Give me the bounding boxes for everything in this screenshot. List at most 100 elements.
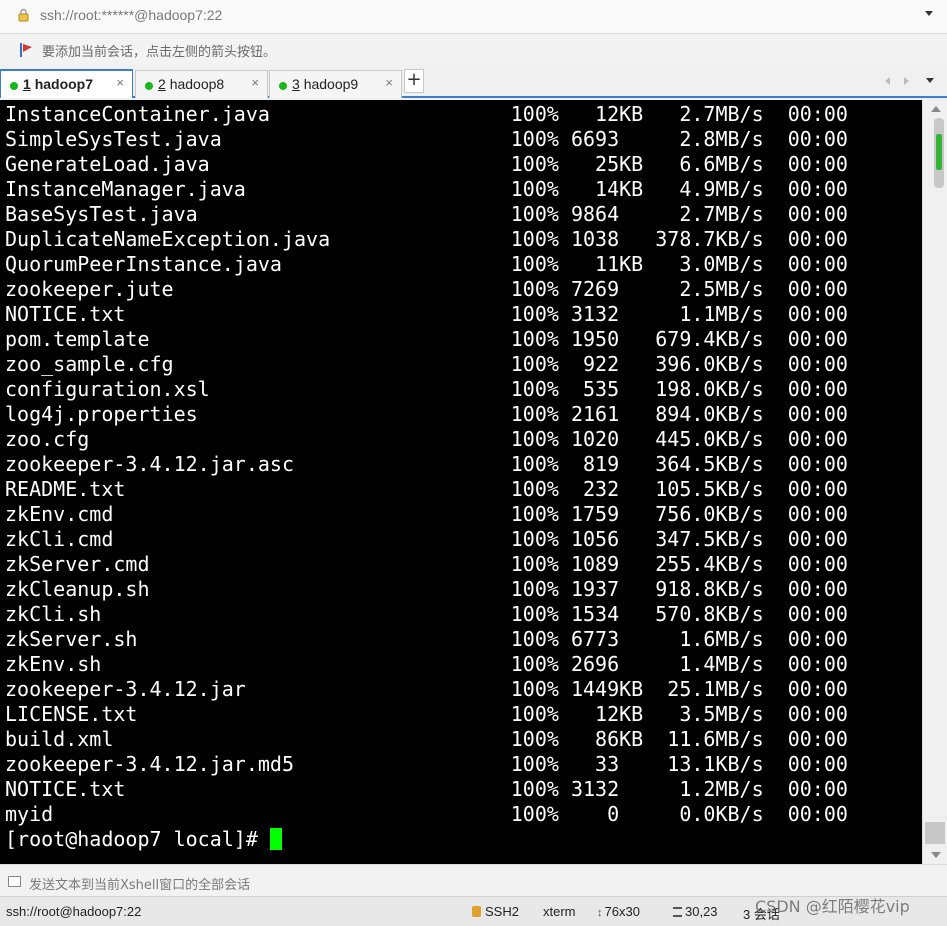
terminal-line: NOTICE.txt 100% 3132 1.1MB/s 00:00 <box>5 302 848 327</box>
transfer-speed: 198.0KB/s <box>655 377 764 401</box>
shell-prompt: [root@hadoop7 local]# <box>5 827 270 851</box>
scroll-down-icon[interactable] <box>931 852 941 858</box>
bookmark-arrow-icon[interactable] <box>18 42 34 58</box>
tab-close-icon[interactable]: × <box>116 75 124 90</box>
column-gap <box>282 252 511 276</box>
tab-scroll-left-icon[interactable] <box>885 77 890 85</box>
column-gap <box>559 452 571 476</box>
transfer-speed: 3.5MB/s <box>655 702 764 726</box>
column-gap <box>643 677 655 701</box>
file-size: 1056 <box>570 527 644 551</box>
column-gap <box>559 552 571 576</box>
file-size: 11KB <box>570 252 644 276</box>
column-gap <box>764 727 788 751</box>
transfer-time: 00:00 <box>787 177 848 201</box>
transfer-percent: 100% <box>510 327 559 351</box>
column-gap <box>559 352 571 376</box>
file-size: 14KB <box>570 177 644 201</box>
column-gap <box>764 577 788 601</box>
file-name: zkEnv.cmd <box>5 502 114 526</box>
address-text[interactable]: ssh://root:******@hadoop7:22 <box>40 7 222 23</box>
compose-placeholder[interactable]: 发送文本到当前Xshell窗口的全部会话 <box>29 874 250 893</box>
tab-label: hadoop8 <box>169 76 225 92</box>
compose-bar[interactable]: 发送文本到当前Xshell窗口的全部会话 <box>0 864 947 896</box>
column-gap <box>210 152 511 176</box>
terminal-line: DuplicateNameException.java 100% 1038 37… <box>5 227 848 252</box>
transfer-speed: 364.5KB/s <box>655 452 764 476</box>
transfer-speed: 894.0KB/s <box>655 402 764 426</box>
column-gap <box>643 327 655 351</box>
tab-strip: 1 hadoop7 × 2 hadoop8 × 3 hadoop9 × + <box>0 65 947 98</box>
column-gap <box>559 477 571 501</box>
file-size: 6773 <box>570 627 644 651</box>
transfer-percent: 100% <box>510 152 559 176</box>
file-size: 1937 <box>570 577 644 601</box>
scroll-up-icon[interactable] <box>931 106 941 112</box>
column-gap <box>764 627 788 651</box>
shell-prompt-line[interactable]: [root@hadoop7 local]# <box>5 827 848 852</box>
terminal-line: LICENSE.txt 100% 12KB 3.5MB/s 00:00 <box>5 702 848 727</box>
column-gap <box>89 427 510 451</box>
scrollbar-grip[interactable] <box>934 118 944 188</box>
hint-text: 要添加当前会话，点击左侧的箭头按钮。 <box>42 45 277 60</box>
column-gap <box>764 177 788 201</box>
transfer-percent: 100% <box>510 727 559 751</box>
file-name: build.xml <box>5 727 114 751</box>
column-gap <box>764 802 788 826</box>
terminal-view[interactable]: InstanceContainer.java 100% 12KB 2.7MB/s… <box>0 100 922 864</box>
column-gap <box>643 727 655 751</box>
tab-hadoop9[interactable]: 3 hadoop9 × <box>269 70 402 98</box>
tab-list-dropdown-icon[interactable] <box>926 78 934 83</box>
terminal-line: pom.template 100% 1950 679.4KB/s 00:00 <box>5 327 848 352</box>
column-gap <box>113 527 510 551</box>
file-size: 33 <box>570 752 644 776</box>
transfer-speed: 445.0KB/s <box>655 427 764 451</box>
tab-close-icon[interactable]: × <box>385 75 393 90</box>
file-name: configuration.xsl <box>5 377 210 401</box>
lock-icon <box>18 8 29 22</box>
terminal-line: zkCli.cmd 100% 1056 347.5KB/s 00:00 <box>5 527 848 552</box>
terminal-line: configuration.xsl 100% 535 198.0KB/s 00:… <box>5 377 848 402</box>
column-gap <box>559 727 571 751</box>
file-size: 0 <box>570 802 644 826</box>
file-name: LICENSE.txt <box>5 702 138 726</box>
tab-scroll-right-icon[interactable] <box>904 77 909 85</box>
status-size: ↕ 76x30 <box>597 904 640 919</box>
column-gap <box>643 202 655 226</box>
address-dropdown-icon[interactable] <box>925 11 933 16</box>
column-gap <box>174 277 511 301</box>
transfer-speed: 105.5KB/s <box>655 477 764 501</box>
column-gap <box>113 502 510 526</box>
transfer-percent: 100% <box>510 477 559 501</box>
scrollbar-thumb[interactable] <box>925 822 945 844</box>
transfer-percent: 100% <box>510 202 559 226</box>
transfer-time: 00:00 <box>787 602 848 626</box>
file-name: zkCli.cmd <box>5 527 114 551</box>
tab-number: 2 <box>158 76 166 92</box>
terminal-scrollbar[interactable] <box>922 100 947 864</box>
tab-close-icon[interactable]: × <box>251 75 259 90</box>
tab-hadoop8[interactable]: 2 hadoop8 × <box>135 70 268 98</box>
column-gap <box>643 277 655 301</box>
transfer-speed: 6.6MB/s <box>655 152 764 176</box>
new-tab-button[interactable]: + <box>404 69 424 93</box>
column-gap <box>559 677 571 701</box>
column-gap <box>559 202 571 226</box>
column-gap <box>643 452 655 476</box>
column-gap <box>764 152 788 176</box>
column-gap <box>559 652 571 676</box>
transfer-speed: 2.7MB/s <box>655 102 764 126</box>
file-name: zoo.cfg <box>5 427 90 451</box>
column-gap <box>643 227 655 251</box>
transfer-percent: 100% <box>510 352 559 376</box>
column-gap <box>559 577 571 601</box>
file-name: DuplicateNameException.java <box>5 227 331 251</box>
address-bar[interactable]: ssh://root:******@hadoop7:22 <box>0 0 947 34</box>
tab-hadoop7[interactable]: 1 hadoop7 × <box>0 69 133 98</box>
file-size: 2161 <box>570 402 644 426</box>
transfer-speed: 347.5KB/s <box>655 527 764 551</box>
transfer-time: 00:00 <box>787 202 848 226</box>
file-size: 12KB <box>570 702 644 726</box>
column-gap <box>125 477 510 501</box>
column-gap <box>643 527 655 551</box>
